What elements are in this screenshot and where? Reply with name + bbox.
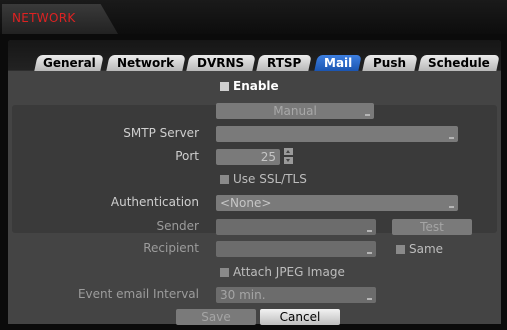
spin-up-icon[interactable] (284, 148, 293, 155)
attach-jpeg-checkbox[interactable] (220, 268, 229, 277)
test-button[interactable]: Test (392, 219, 472, 235)
same-checkbox[interactable] (396, 245, 405, 254)
event-email-interval-dropdown[interactable]: 30 min. (216, 287, 376, 303)
authentication-label: Authentication (110, 195, 199, 209)
network-setup-window: NETWORK General Network DVRNS RTSP Mail … (0, 0, 507, 330)
chevron-down-icon (449, 206, 454, 208)
tab-general[interactable]: General (34, 55, 104, 71)
chevron-down-icon (367, 252, 372, 254)
tab-schedule[interactable]: Schedule (418, 55, 500, 71)
port-label: Port (175, 149, 199, 163)
cancel-button[interactable]: Cancel (260, 309, 340, 325)
recipient-label: Recipient (143, 241, 199, 255)
window-title: NETWORK (12, 11, 76, 25)
smtp-server-field[interactable] (216, 126, 458, 142)
tab-network[interactable]: Network (106, 55, 186, 71)
mail-settings: Enable Manual SMTP Server Port 25 Use SS… (8, 71, 501, 325)
enable-label: Enable (233, 79, 279, 93)
chevron-down-icon (367, 298, 372, 300)
authentication-dropdown[interactable]: <None> (216, 195, 458, 211)
port-stepper[interactable] (284, 148, 293, 164)
chevron-down-icon (449, 137, 454, 139)
ssl-checkbox[interactable] (220, 175, 229, 184)
tab-dvrns[interactable]: DVRNS (186, 55, 256, 71)
port-field[interactable]: 25 (216, 149, 280, 165)
enable-checkbox[interactable] (220, 82, 229, 91)
mode-dropdown[interactable]: Manual (216, 103, 374, 119)
spin-down-icon[interactable] (284, 157, 293, 164)
tab-mail[interactable]: Mail (314, 55, 362, 71)
smtp-group (12, 105, 497, 233)
tab-rtsp[interactable]: RTSP (256, 55, 312, 71)
chevron-down-icon (367, 230, 372, 232)
title-bar: NETWORK (0, 0, 507, 34)
same-label: Same (409, 242, 444, 256)
smtp-server-label: SMTP Server (123, 126, 199, 140)
save-button[interactable]: Save (176, 309, 256, 325)
chevron-down-icon (365, 114, 370, 116)
event-email-interval-label: Event email Interval (77, 287, 199, 301)
sender-field[interactable] (216, 219, 376, 235)
sender-label: Sender (156, 219, 199, 233)
ssl-label: Use SSL/TLS (233, 172, 307, 186)
attach-jpeg-label: Attach JPEG Image (233, 265, 345, 279)
tab-push[interactable]: Push (362, 55, 418, 71)
tab-strip: General Network DVRNS RTSP Mail Push Sch… (8, 40, 501, 71)
settings-panel: General Network DVRNS RTSP Mail Push Sch… (8, 40, 501, 325)
recipient-field[interactable] (216, 241, 376, 257)
